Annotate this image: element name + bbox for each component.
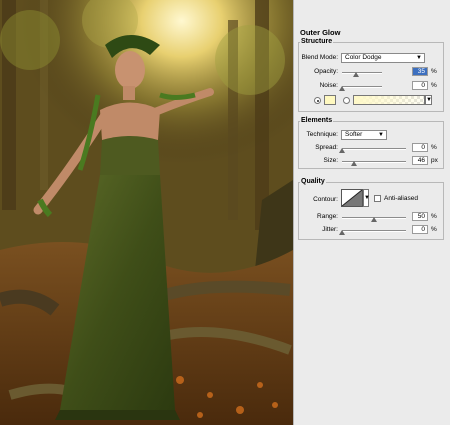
chevron-down-icon: ▼: [416, 55, 422, 61]
anti-aliased-label: Anti-aliased: [384, 195, 418, 202]
contour-picker[interactable]: [341, 189, 363, 207]
size-slider-handle[interactable]: [350, 161, 357, 166]
glow-color-swatch[interactable]: [324, 95, 336, 105]
jitter-slider-handle[interactable]: [339, 230, 345, 235]
noise-label: Noise:: [319, 82, 338, 89]
range-field[interactable]: 50: [412, 212, 428, 221]
spread-slider-handle[interactable]: [339, 148, 345, 153]
forest-photo: [0, 0, 293, 425]
size-unit: px: [431, 157, 438, 164]
range-label: Range:: [317, 213, 338, 220]
jitter-label: Jitter:: [322, 226, 338, 233]
jitter-unit: %: [431, 226, 437, 233]
blend-mode-dropdown[interactable]: Color Dodge ▼: [341, 53, 425, 63]
range-unit: %: [431, 213, 437, 220]
opacity-slider-handle[interactable]: [353, 72, 359, 77]
size-label: Size:: [323, 157, 338, 164]
technique-value: Softer: [345, 131, 363, 138]
opacity-field[interactable]: 35: [412, 67, 428, 76]
chevron-down-icon: ▼: [378, 132, 384, 138]
noise-slider-handle[interactable]: [339, 86, 345, 91]
noise-field[interactable]: 0: [412, 81, 428, 90]
spread-slider-track[interactable]: [342, 148, 406, 150]
opacity-unit: %: [431, 68, 437, 75]
spread-field[interactable]: 0: [412, 143, 428, 152]
noise-slider-track[interactable]: [342, 86, 382, 88]
glow-gradient-picker[interactable]: [353, 95, 425, 105]
solid-color-radio[interactable]: [314, 97, 321, 104]
chevron-down-icon[interactable]: ▼: [363, 189, 370, 207]
jitter-slider-track[interactable]: [342, 230, 406, 232]
technique-dropdown[interactable]: Softer ▼: [341, 130, 387, 140]
spread-unit: %: [431, 144, 437, 151]
technique-label: Technique:: [306, 131, 338, 138]
blend-mode-label: Blend Mode:: [301, 54, 339, 61]
chevron-down-icon[interactable]: ▼: [425, 95, 432, 105]
spread-label: Spread:: [315, 144, 338, 151]
size-field[interactable]: 46: [412, 156, 428, 165]
elements-label: Elements: [300, 117, 334, 124]
noise-unit: %: [431, 82, 437, 89]
gradient-radio[interactable]: [343, 97, 350, 104]
blend-mode-value: Color Dodge: [345, 54, 382, 61]
anti-aliased-checkbox[interactable]: [374, 195, 381, 202]
document-canvas[interactable]: [0, 0, 293, 425]
opacity-label: Opacity:: [314, 68, 338, 75]
quality-label: Quality: [300, 178, 326, 185]
range-slider-handle[interactable]: [371, 217, 377, 222]
panel-title: Outer Glow: [300, 28, 341, 37]
layer-style-panel: Outer Glow Structure Blend Mode: Color D…: [293, 0, 450, 425]
opacity-slider-track[interactable]: [342, 72, 382, 74]
jitter-field[interactable]: 0: [412, 225, 428, 234]
contour-label: Contour:: [313, 196, 338, 203]
contour-curve-icon: [341, 189, 363, 207]
structure-label: Structure: [300, 38, 334, 45]
